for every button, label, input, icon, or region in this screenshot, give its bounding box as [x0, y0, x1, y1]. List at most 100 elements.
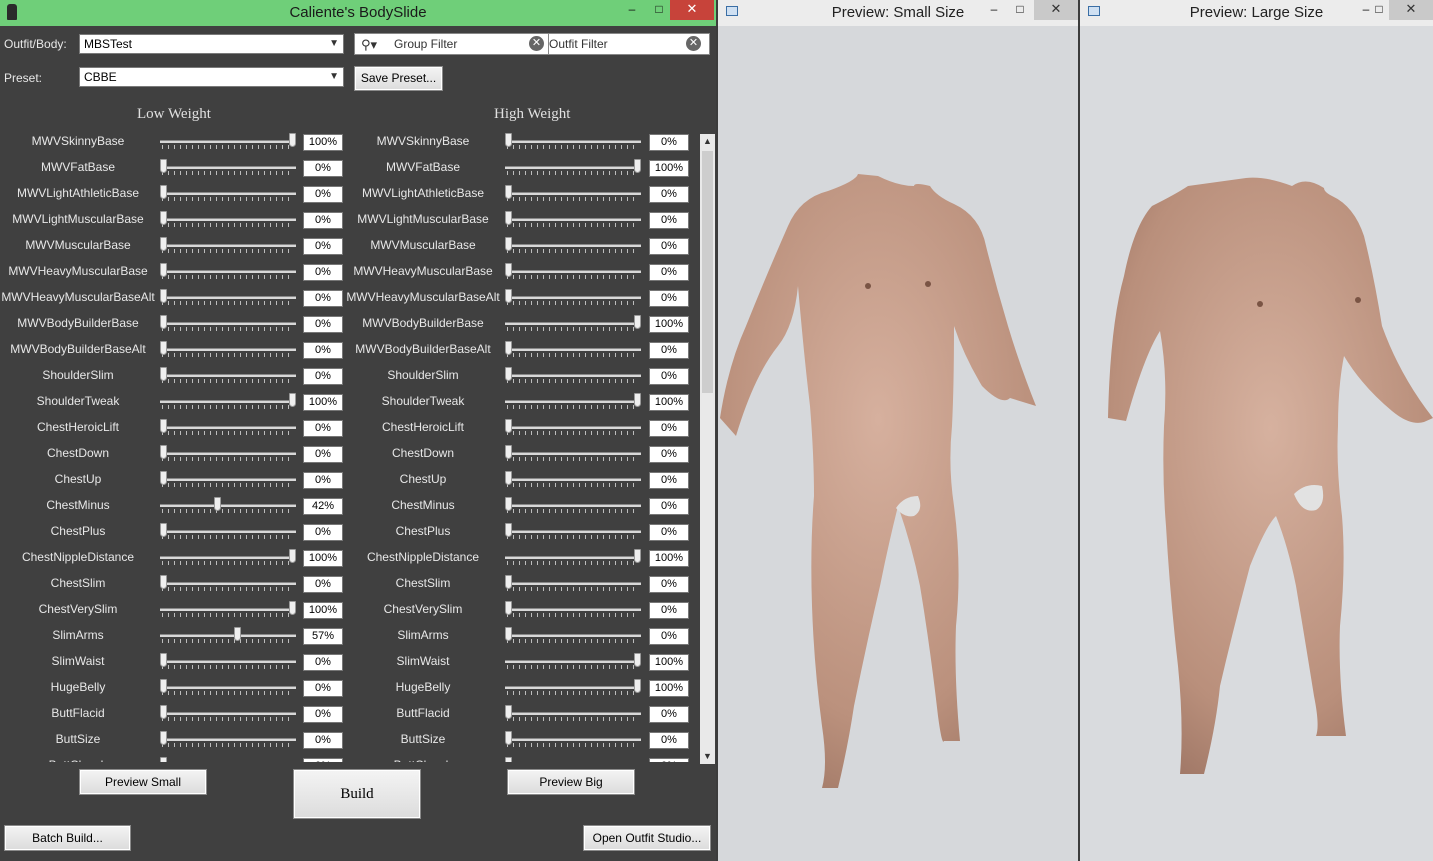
high-weight-slider-thumb[interactable] — [505, 445, 512, 459]
high-weight-slider-thumb[interactable] — [505, 731, 512, 745]
high-weight-slider-track[interactable] — [505, 322, 641, 325]
high-weight-slider-track[interactable] — [505, 452, 641, 455]
high-weight-slider-thumb[interactable] — [634, 159, 641, 173]
low-weight-value-field[interactable]: 0% — [303, 524, 343, 541]
maximize-button[interactable]: □ — [645, 0, 673, 20]
high-weight-slider-thumb[interactable] — [505, 575, 512, 589]
outfit-filter-field[interactable]: Outfit Filter ✕ — [548, 33, 710, 55]
low-weight-value-field[interactable]: 0% — [303, 186, 343, 203]
low-weight-value-field[interactable]: 100% — [303, 602, 343, 619]
high-weight-value-field[interactable]: 0% — [649, 368, 689, 385]
high-weight-value-field[interactable]: 100% — [649, 654, 689, 671]
low-weight-slider-track[interactable] — [160, 608, 296, 611]
high-weight-slider-thumb[interactable] — [505, 523, 512, 537]
low-weight-slider-thumb[interactable] — [289, 601, 296, 615]
low-weight-value-field[interactable]: 0% — [303, 316, 343, 333]
high-weight-slider-track[interactable] — [505, 140, 641, 143]
high-weight-value-field[interactable]: 0% — [649, 602, 689, 619]
group-filter-field[interactable]: ⚲▾ Group Filter ✕ — [354, 33, 550, 55]
high-weight-value-field[interactable]: 0% — [649, 498, 689, 515]
high-weight-slider-track[interactable] — [505, 478, 641, 481]
high-weight-value-field[interactable]: 0% — [649, 758, 689, 762]
low-weight-slider-thumb[interactable] — [160, 185, 167, 199]
low-weight-value-field[interactable]: 0% — [303, 212, 343, 229]
high-weight-value-field[interactable]: 0% — [649, 264, 689, 281]
high-weight-slider-track[interactable] — [505, 582, 641, 585]
low-weight-slider-track[interactable] — [160, 140, 296, 143]
high-weight-value-field[interactable]: 0% — [649, 628, 689, 645]
low-weight-slider-track[interactable] — [160, 322, 296, 325]
low-weight-slider-thumb[interactable] — [160, 445, 167, 459]
save-preset-button[interactable]: Save Preset... — [354, 66, 443, 91]
low-weight-value-field[interactable]: 0% — [303, 680, 343, 697]
high-weight-slider-thumb[interactable] — [505, 497, 512, 511]
high-weight-slider-track[interactable] — [505, 270, 641, 273]
low-weight-slider-track[interactable] — [160, 660, 296, 663]
low-weight-slider-track[interactable] — [160, 452, 296, 455]
low-weight-slider-track[interactable] — [160, 556, 296, 559]
low-weight-slider-thumb[interactable] — [160, 289, 167, 303]
high-weight-slider-thumb[interactable] — [634, 653, 641, 667]
low-weight-value-field[interactable]: 0% — [303, 576, 343, 593]
minimize-button[interactable]: – — [980, 0, 1008, 20]
scroll-up-icon[interactable]: ▲ — [700, 134, 715, 149]
low-weight-value-field[interactable]: 0% — [303, 264, 343, 281]
low-weight-value-field[interactable]: 0% — [303, 160, 343, 177]
low-weight-slider-track[interactable] — [160, 400, 296, 403]
low-weight-slider-track[interactable] — [160, 166, 296, 169]
low-weight-value-field[interactable]: 0% — [303, 654, 343, 671]
low-weight-value-field[interactable]: 0% — [303, 446, 343, 463]
high-weight-value-field[interactable]: 100% — [649, 550, 689, 567]
build-button[interactable]: Build — [293, 769, 421, 819]
high-weight-slider-thumb[interactable] — [505, 705, 512, 719]
low-weight-value-field[interactable]: 0% — [303, 368, 343, 385]
low-weight-slider-thumb[interactable] — [160, 575, 167, 589]
slider-list-scrollbar[interactable]: ▲ ▼ — [700, 134, 715, 764]
high-weight-slider-track[interactable] — [505, 296, 641, 299]
high-weight-slider-track[interactable] — [505, 400, 641, 403]
low-weight-slider-track[interactable] — [160, 296, 296, 299]
low-weight-value-field[interactable]: 100% — [303, 394, 343, 411]
low-weight-value-field[interactable]: 0% — [303, 238, 343, 255]
low-weight-value-field[interactable]: 0% — [303, 706, 343, 723]
high-weight-value-field[interactable]: 0% — [649, 186, 689, 203]
high-weight-slider-track[interactable] — [505, 166, 641, 169]
low-weight-slider-thumb[interactable] — [160, 731, 167, 745]
high-weight-slider-track[interactable] — [505, 660, 641, 663]
high-weight-slider-thumb[interactable] — [505, 471, 512, 485]
preview-small-button[interactable]: Preview Small — [79, 769, 207, 795]
low-weight-slider-thumb[interactable] — [160, 757, 167, 762]
high-weight-slider-track[interactable] — [505, 218, 641, 221]
high-weight-value-field[interactable]: 0% — [649, 342, 689, 359]
high-weight-value-field[interactable]: 0% — [649, 732, 689, 749]
low-weight-slider-track[interactable] — [160, 634, 296, 637]
low-weight-value-field[interactable]: 0% — [303, 732, 343, 749]
high-weight-slider-track[interactable] — [505, 712, 641, 715]
preview-big-button[interactable]: Preview Big — [507, 769, 635, 795]
low-weight-slider-thumb[interactable] — [214, 497, 221, 511]
high-weight-value-field[interactable]: 0% — [649, 576, 689, 593]
small-body-mesh[interactable] — [718, 26, 1078, 861]
high-weight-slider-track[interactable] — [505, 738, 641, 741]
low-weight-value-field[interactable]: 42% — [303, 498, 343, 515]
high-weight-slider-thumb[interactable] — [634, 549, 641, 563]
close-button[interactable]: ✕ — [670, 0, 714, 20]
high-weight-slider-thumb[interactable] — [505, 133, 512, 147]
low-weight-value-field[interactable]: 0% — [303, 420, 343, 437]
high-weight-slider-track[interactable] — [505, 634, 641, 637]
high-weight-value-field[interactable]: 0% — [649, 238, 689, 255]
low-weight-slider-thumb[interactable] — [160, 159, 167, 173]
low-weight-value-field[interactable]: 0% — [303, 342, 343, 359]
low-weight-slider-thumb[interactable] — [289, 393, 296, 407]
high-weight-value-field[interactable]: 100% — [649, 394, 689, 411]
high-weight-value-field[interactable]: 0% — [649, 212, 689, 229]
low-weight-slider-thumb[interactable] — [289, 549, 296, 563]
high-weight-value-field[interactable]: 0% — [649, 472, 689, 489]
high-weight-value-field[interactable]: 0% — [649, 420, 689, 437]
low-weight-slider-thumb[interactable] — [160, 367, 167, 381]
low-weight-slider-thumb[interactable] — [160, 679, 167, 693]
high-weight-slider-thumb[interactable] — [505, 289, 512, 303]
low-weight-slider-track[interactable] — [160, 348, 296, 351]
low-weight-slider-track[interactable] — [160, 530, 296, 533]
high-weight-slider-thumb[interactable] — [505, 367, 512, 381]
